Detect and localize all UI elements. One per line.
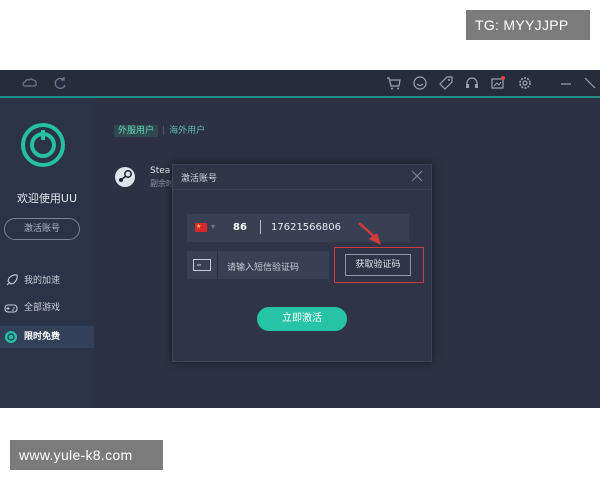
tab-overseas-users[interactable]: 海外用户 (169, 126, 205, 136)
user-tabs: 外服用户 | 海外用户 (114, 124, 205, 138)
field-divider (217, 251, 218, 279)
gamepad-icon (4, 304, 18, 313)
tag-icon[interactable] (438, 75, 454, 91)
cloud-icon[interactable] (22, 75, 38, 91)
country-code: 86 (233, 222, 247, 233)
close-window-icon[interactable] (582, 75, 598, 91)
get-code-button[interactable]: 获取验证码 (345, 254, 411, 276)
cart-icon[interactable] (386, 75, 402, 91)
steam-icon (115, 167, 135, 187)
title-bar (0, 70, 600, 98)
game-name: Stea (150, 166, 171, 176)
china-flag-icon[interactable]: ★ (195, 223, 207, 232)
sidebar-item-label: 限时免费 (24, 332, 61, 342)
tab-foreign-users[interactable]: 外服用户 (114, 125, 159, 137)
annotation-arrow-icon (358, 222, 381, 245)
dialog-header: 激活账号 (173, 165, 431, 190)
game-list-item[interactable]: Stea 副余时 (114, 166, 174, 196)
free-icon (5, 331, 17, 343)
dialog-title: 激活账号 (181, 174, 218, 184)
message-icon[interactable] (490, 75, 506, 91)
sms-code-placeholder: 请输入短信验证码 (227, 263, 300, 273)
smile-icon[interactable] (412, 75, 428, 91)
sidebar-item-all-games[interactable]: 全部游戏 (0, 297, 94, 319)
activate-now-button[interactable]: 立即激活 (257, 307, 347, 331)
activate-account-dialog: 激活账号 ★ ▾ 86 17621566806 请输入短信验证码 获取验证码 立… (172, 164, 432, 362)
sidebar-item-limited-free[interactable]: 限时免费 (0, 326, 94, 348)
rocket-icon (6, 274, 18, 286)
close-icon[interactable] (411, 170, 423, 182)
sms-code-field[interactable]: 请输入短信验证码 (187, 251, 329, 279)
sidebar-item-label: 我的加速 (24, 276, 61, 286)
settings-icon[interactable] (517, 75, 533, 91)
field-divider (260, 220, 261, 234)
phone-number-value[interactable]: 17621566806 (271, 222, 341, 233)
message-code-icon (193, 259, 211, 271)
welcome-text: 欢迎使用UU (16, 192, 78, 205)
minimize-icon[interactable] (558, 75, 574, 91)
sidebar: 欢迎使用UU 激活账号 我的加速 全部游戏 限时免费 (0, 98, 94, 408)
watermark-bottom: www.yule-k8.com (10, 440, 163, 470)
sidebar-item-my-acceleration[interactable]: 我的加速 (0, 270, 94, 292)
watermark-top: TG: MYYJJPP (466, 10, 590, 40)
sidebar-item-label: 全部游戏 (24, 303, 61, 313)
refresh-icon[interactable] (52, 75, 68, 91)
headset-icon[interactable] (464, 75, 480, 91)
uu-logo-icon (21, 123, 65, 167)
activate-account-button[interactable]: 激活账号 (4, 218, 80, 240)
chevron-down-icon[interactable]: ▾ (211, 222, 215, 231)
tab-separator: | (162, 126, 166, 136)
game-subtitle: 副余时 (150, 179, 174, 188)
